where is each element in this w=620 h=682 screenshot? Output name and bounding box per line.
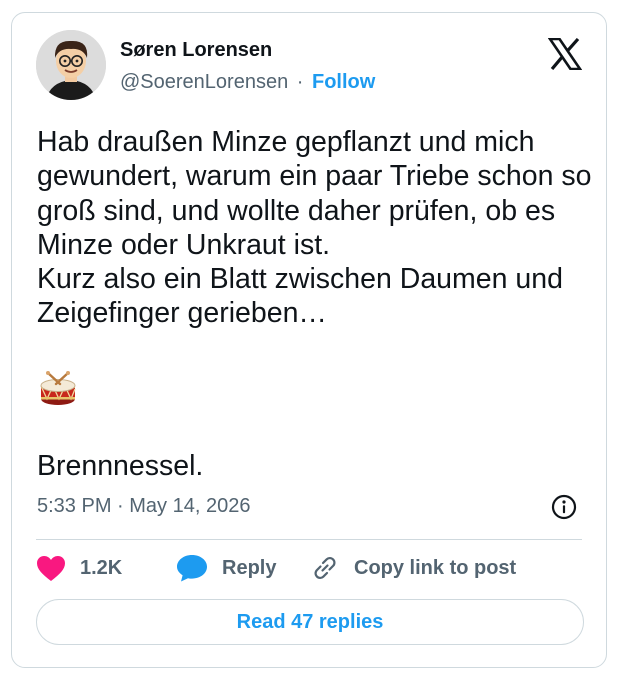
reply-label: Reply xyxy=(222,556,277,579)
read-replies-button[interactable]: Read 47 replies xyxy=(36,599,584,645)
author-handle-row: @SoerenLorensen · Follow xyxy=(120,71,375,94)
reply-button[interactable]: Reply xyxy=(176,553,276,583)
like-count: 1.2K xyxy=(80,556,123,579)
avatar[interactable] xyxy=(36,30,106,100)
heart-icon xyxy=(37,555,65,581)
copy-link-label: Copy link to post xyxy=(354,556,517,579)
follow-button[interactable]: Follow xyxy=(312,71,375,93)
tweet-card: Søren Lorensen @SoerenLorensen · Follow … xyxy=(11,12,607,668)
drum-emoji xyxy=(40,371,76,405)
tweet-timestamp[interactable]: 5:33 PM · May 14, 2026 xyxy=(37,495,250,518)
tweet-text: Hab draußen Minze gepflanzt und mich gew… xyxy=(37,126,592,330)
speech-bubble-icon xyxy=(177,555,207,582)
info-icon[interactable] xyxy=(550,493,578,521)
tweet-closing-line: Brennnessel. xyxy=(37,450,204,482)
handle-separator: · xyxy=(296,71,304,93)
copy-link-button[interactable]: Copy link to post xyxy=(310,553,516,583)
divider xyxy=(36,539,582,540)
x-logo-icon[interactable] xyxy=(548,38,582,70)
link-icon xyxy=(314,556,336,580)
author-handle[interactable]: @SoerenLorensen xyxy=(120,71,288,93)
like-button[interactable]: 1.2K xyxy=(36,553,122,583)
author-display-name[interactable]: Søren Lorensen xyxy=(120,39,272,62)
